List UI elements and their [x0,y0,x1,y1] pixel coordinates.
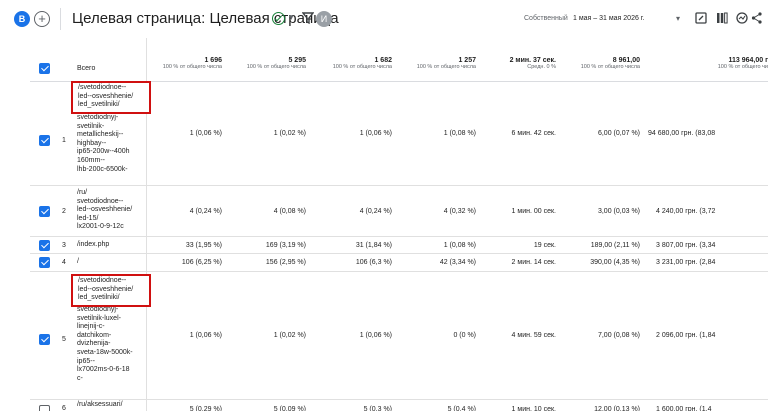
cell-views: 1 (0,02 %) [273,130,306,137]
cell-new-users: 1 (0,08 %) [443,241,476,249]
table-row[interactable]: 4 / 106 (6,25 %) 156 (2,95 %) 106 (6,3 %… [30,254,768,272]
row-page-path-prefix: /svetodiodnoe-- led--osveshhenie/ led_sv… [78,277,134,302]
cell-events: 189,00 (2,11 %) [590,241,640,249]
row-page-path-prefix: /svetodiodnoe-- led--osveshhenie/ led_sv… [78,84,134,109]
cell-revenue: 3 807,00 грн. (3,34 [656,241,716,249]
cell-sessions: 1 (0,06 %) [359,332,392,339]
cell-revenue: 3 231,00 грн. (2,84 [656,259,716,266]
row-page-path[interactable]: svetodiodnyj- svetilnik- metallicheskij-… [77,114,130,174]
cell-duration: 19 сек. [533,241,556,249]
insights-icon[interactable] [735,11,749,25]
segment-badge[interactable]: B [14,11,30,27]
row-checkbox[interactable] [39,240,50,251]
edit-report-icon[interactable] [694,11,708,25]
check-circle-icon[interactable] [272,12,285,25]
total-duration: 2 мин. 37 сек. Средн. 0 % [509,57,556,70]
cell-duration: 1 мин. 00 сек. [511,207,556,215]
table-row[interactable]: 2 /ru/ svetodiodnoe-- led--osveshhenie/ … [30,186,768,237]
row-index: 5 [62,336,66,343]
cell-views: 156 (2,95 %) [265,259,306,266]
highlight-box: /svetodiodnoe-- led--osveshhenie/ led_sv… [71,81,151,114]
cell-revenue: 4 240,00 грн. (3,72 [656,207,716,215]
cell-sessions: 5 (0,3 %) [363,406,392,411]
comparison-label: Собственный [524,15,568,22]
row-index: 2 [62,208,66,215]
cell-duration: 6 мин. 42 сек. [511,130,556,137]
cell-duration: 2 мин. 14 сек. [511,259,556,266]
row-page-path[interactable]: svetodiodnyj- svetilnik-luxel- linejnij-… [77,306,133,383]
cell-users: 1 (0,06 %) [189,130,222,137]
cell-new-users: 4 (0,32 %) [443,207,476,215]
date-range-picker[interactable]: 1 мая – 31 мая 2026 г. [573,15,644,22]
cell-users: 1 (0,06 %) [189,332,222,339]
cell-sessions: 1 (0,06 %) [359,130,392,137]
cell-sessions: 106 (6,3 %) [355,259,392,266]
cell-events: 6,00 (0,07 %) [597,130,640,137]
page-title: Целевая страница: Целевая страница [72,10,339,27]
highlight-box: /svetodiodnoe-- led--osveshhenie/ led_sv… [71,274,151,307]
cell-views: 169 (3,19 %) [265,241,306,249]
cell-new-users: 42 (3,34 %) [439,259,476,266]
add-comparison-button[interactable]: + [34,11,50,27]
cell-revenue: 1 600,00 грн. (1,4 [656,406,712,411]
total-views: 5 295 100 % от общего числа [246,57,306,70]
cell-duration: 4 мин. 59 сек. [511,332,556,339]
chevron-down-icon[interactable]: ▾ [676,14,680,23]
cell-new-users: 1 (0,08 %) [443,130,476,137]
cell-revenue: 94 680,00 грн. (83,08 [648,130,716,137]
table-row[interactable]: 3 /index.php 33 (1,95 %) 169 (3,19 %) 31… [30,237,768,254]
cell-events: 12,00 (0,13 %) [594,406,640,411]
columns-icon[interactable] [715,11,729,25]
chevron-down-icon[interactable]: ▾ [289,12,294,23]
toolbar-divider [60,8,61,30]
row-index: 4 [62,259,66,266]
total-events: 8 961,00 100 % от общего числа [580,57,640,70]
cell-events: 7,00 (0,08 %) [597,332,640,339]
row-checkbox[interactable] [39,206,50,217]
select-all-checkbox[interactable] [39,63,50,74]
row-checkbox[interactable] [39,334,50,345]
cell-users: 106 (6,25 %) [181,259,222,266]
total-users: 1 696 100 % от общего числа [162,57,222,70]
cell-users: 5 (0,29 %) [189,406,222,411]
row-checkbox[interactable] [39,405,50,411]
row-page-path[interactable]: /index.php [77,241,109,250]
row-checkbox[interactable] [39,135,50,146]
table-header: Всего 1 696 100 % от общего числа 5 295 … [30,38,768,82]
cell-users: 4 (0,24 %) [189,207,222,215]
row-index: 1 [62,137,66,144]
cell-views: 5 (0,09 %) [273,406,306,411]
total-label: Всего [77,65,96,72]
row-index: 6 [62,405,66,411]
report-toolbar: B + Целевая страница: Целевая страница ▾… [0,0,768,38]
row-checkbox[interactable] [39,257,50,268]
row-page-path[interactable]: /ru/ svetodiodnoe-- led--osveshhenie/ le… [77,189,132,232]
row-index: 3 [62,242,66,249]
cell-events: 3,00 (0,03 %) [597,207,640,215]
total-revenue: 113 964,00 г 100 % от общего чи [717,57,768,70]
cell-sessions: 31 (1,84 %) [355,241,392,249]
report-table: Всего 1 696 100 % от общего числа 5 295 … [30,38,768,411]
cell-events: 390,00 (4,35 %) [590,259,640,266]
avatar[interactable]: И [316,11,332,27]
cell-revenue: 2 096,00 грн. (1,84 [656,332,716,339]
table-row[interactable]: 6 /ru/aksessuari/ 5 (0,29 %) 5 (0,09 %) … [30,400,768,411]
cell-views: 4 (0,08 %) [273,207,306,215]
cell-new-users: 0 (0 %) [453,332,476,339]
total-new-users: 1 257 100 % от общего числа [416,57,476,70]
table-row[interactable]: 1 svetodiodnyj- svetilnik- metallicheski… [30,81,768,186]
share-icon[interactable] [751,11,762,25]
row-page-path[interactable]: / [77,258,79,267]
cell-new-users: 5 (0,4 %) [447,406,476,411]
cell-users: 33 (1,95 %) [185,241,222,249]
cell-duration: 1 мин. 10 сек. [511,406,556,411]
total-sessions: 1 682 100 % от общего числа [332,57,392,70]
cell-views: 1 (0,02 %) [273,332,306,339]
cell-sessions: 4 (0,24 %) [359,207,392,215]
table-row[interactable]: 5 svetodiodnyj- svetilnik-luxel- linejni… [30,272,768,400]
row-page-path[interactable]: /ru/aksessuari/ [77,401,123,410]
filter-icon[interactable] [302,11,314,25]
